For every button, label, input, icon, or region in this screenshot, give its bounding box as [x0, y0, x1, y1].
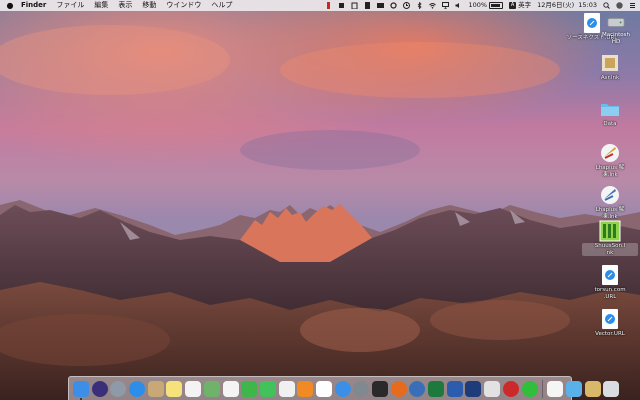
dock-folder-stack-icon[interactable] [584, 380, 601, 397]
dock-contacts-icon[interactable] [147, 380, 164, 397]
dock-document-stack-icon[interactable] [547, 380, 564, 397]
desktop-wallpaper [0, 0, 640, 400]
dock-photos-icon[interactable] [222, 380, 239, 397]
dock-itunes-icon[interactable] [278, 380, 295, 397]
bluetooth-icon[interactable] [416, 2, 423, 9]
menu-edit[interactable]: 編集 [89, 0, 113, 11]
desktop-icon-hard-drive[interactable]: Macintosh HD [594, 12, 638, 45]
volume-icon[interactable] [455, 2, 462, 9]
battery-status[interactable]: 100% [468, 0, 504, 11]
dock [68, 376, 620, 400]
clock-time: 15:03 [578, 1, 597, 9]
airplay-icon[interactable] [442, 2, 450, 9]
desktop-icon-label: torsun.com .URL [594, 287, 626, 300]
dock-app-2-icon[interactable] [484, 380, 501, 397]
battery-icon [489, 2, 504, 9]
desktop-icon-lhaplus-1[interactable]: Lhaplus 解 凍.lnk [582, 142, 638, 178]
dock-launchpad-icon[interactable] [110, 380, 127, 397]
status-area: 100% A 英字 12月6日(火) 15:03 [319, 0, 636, 11]
dock-messages-icon[interactable] [259, 380, 276, 397]
dock-app-store-icon[interactable] [334, 380, 351, 397]
hard-drive-icon [607, 17, 625, 27]
document-status-icon[interactable] [364, 2, 371, 9]
app-status-icon[interactable] [338, 2, 345, 9]
folder-icon [601, 104, 619, 116]
dock-finder-icon[interactable] [73, 380, 89, 400]
dock-app-3-icon[interactable] [502, 380, 519, 397]
dock-notes-icon[interactable] [166, 380, 183, 397]
desktop-icon-torsun-url[interactable]: torsun.com .URL [582, 264, 638, 300]
dock-excel-icon[interactable] [428, 380, 445, 397]
dock-ibooks-icon[interactable] [297, 380, 314, 397]
dock-reminders-icon[interactable] [185, 380, 202, 397]
clock[interactable]: 12月6日(火) 15:03 [537, 0, 597, 11]
desktop-icon-label: Lhaplus 解 凍.lnk [595, 165, 625, 178]
dock-facetime-icon[interactable] [241, 380, 258, 397]
input-method[interactable]: A 英字 [509, 0, 531, 11]
safari-webloc-icon [602, 265, 618, 285]
clock-date: 12月6日(火) [537, 1, 575, 9]
wifi-icon[interactable] [429, 2, 437, 9]
dock-downloads-folder-icon[interactable] [565, 380, 582, 397]
desktop-icon-asr-lnk[interactable]: Asr.lnk [582, 52, 638, 82]
dock-word-icon[interactable] [446, 380, 463, 397]
dock-system-preferences-icon[interactable] [353, 380, 370, 397]
desktop-icon-data-folder[interactable]: Data [582, 98, 638, 128]
desktop-icon-label: ShuusSon.l nk [582, 243, 638, 256]
dock-maps-icon[interactable] [203, 380, 220, 397]
desktop-icon-label: Macintosh HD [601, 32, 631, 45]
menu-bar: ● Finder ファイル 編集 表示 移動 ウインドウ ヘルプ 100% A … [0, 0, 640, 11]
dock-trash-icon[interactable] [603, 380, 620, 397]
menu-view[interactable]: 表示 [113, 0, 137, 11]
desktop-icon-label: Asr.lnk [600, 75, 620, 81]
app-shortcut-icon [599, 220, 621, 242]
desktop-icon-label: Vector.URL [595, 331, 625, 337]
red-status-icon[interactable] [325, 2, 332, 9]
desktop-icon-lhaplus-2[interactable]: Lhaplus 解 凍.lnk [582, 184, 638, 220]
dock-safari-icon[interactable] [129, 380, 146, 397]
dock-firefox-icon[interactable] [390, 380, 407, 397]
gear-icon[interactable] [390, 2, 398, 9]
display-icon[interactable] [377, 2, 385, 9]
dock-terminal-icon[interactable] [372, 380, 388, 397]
dock-separator [542, 379, 544, 398]
apple-icon[interactable]: ● [4, 0, 16, 11]
battery-percent: 100% [468, 1, 488, 9]
menu-file[interactable]: ファイル [51, 0, 89, 11]
spotlight-icon[interactable] [603, 2, 610, 9]
input-method-label: 英字 [518, 1, 532, 9]
dock-app-1-icon[interactable] [465, 380, 482, 397]
input-source-icon: A [509, 2, 517, 9]
menu-go[interactable]: 移動 [137, 0, 161, 11]
dock-line-icon[interactable] [521, 380, 538, 397]
desktop-icon-label: Data [603, 121, 617, 127]
lhaplus-icon [601, 144, 619, 162]
dock-thunderbird-icon[interactable] [409, 380, 426, 397]
desktop-icon-label: Lhaplus 解 凍.lnk [595, 207, 625, 220]
menu-window[interactable]: ウインドウ [161, 0, 206, 11]
notification-center-icon[interactable] [629, 2, 636, 9]
user-icon[interactable] [616, 2, 623, 9]
lhaplus-icon [601, 186, 619, 204]
dock-siri-icon[interactable] [91, 380, 108, 397]
time-machine-icon[interactable] [403, 2, 411, 9]
shortcut-icon [602, 55, 618, 71]
safari-webloc-icon [602, 309, 618, 329]
desktop-icon-shuusson-lnk[interactable]: ShuusSon.l nk [582, 220, 638, 256]
dock-calendar-icon[interactable] [315, 380, 332, 397]
desktop-icon-vector-url[interactable]: Vector.URL [582, 308, 638, 338]
clipboard-icon[interactable] [351, 2, 358, 9]
menu-help[interactable]: ヘルプ [206, 0, 237, 11]
menu-app-name[interactable]: Finder [16, 0, 51, 11]
running-indicator [80, 397, 82, 400]
